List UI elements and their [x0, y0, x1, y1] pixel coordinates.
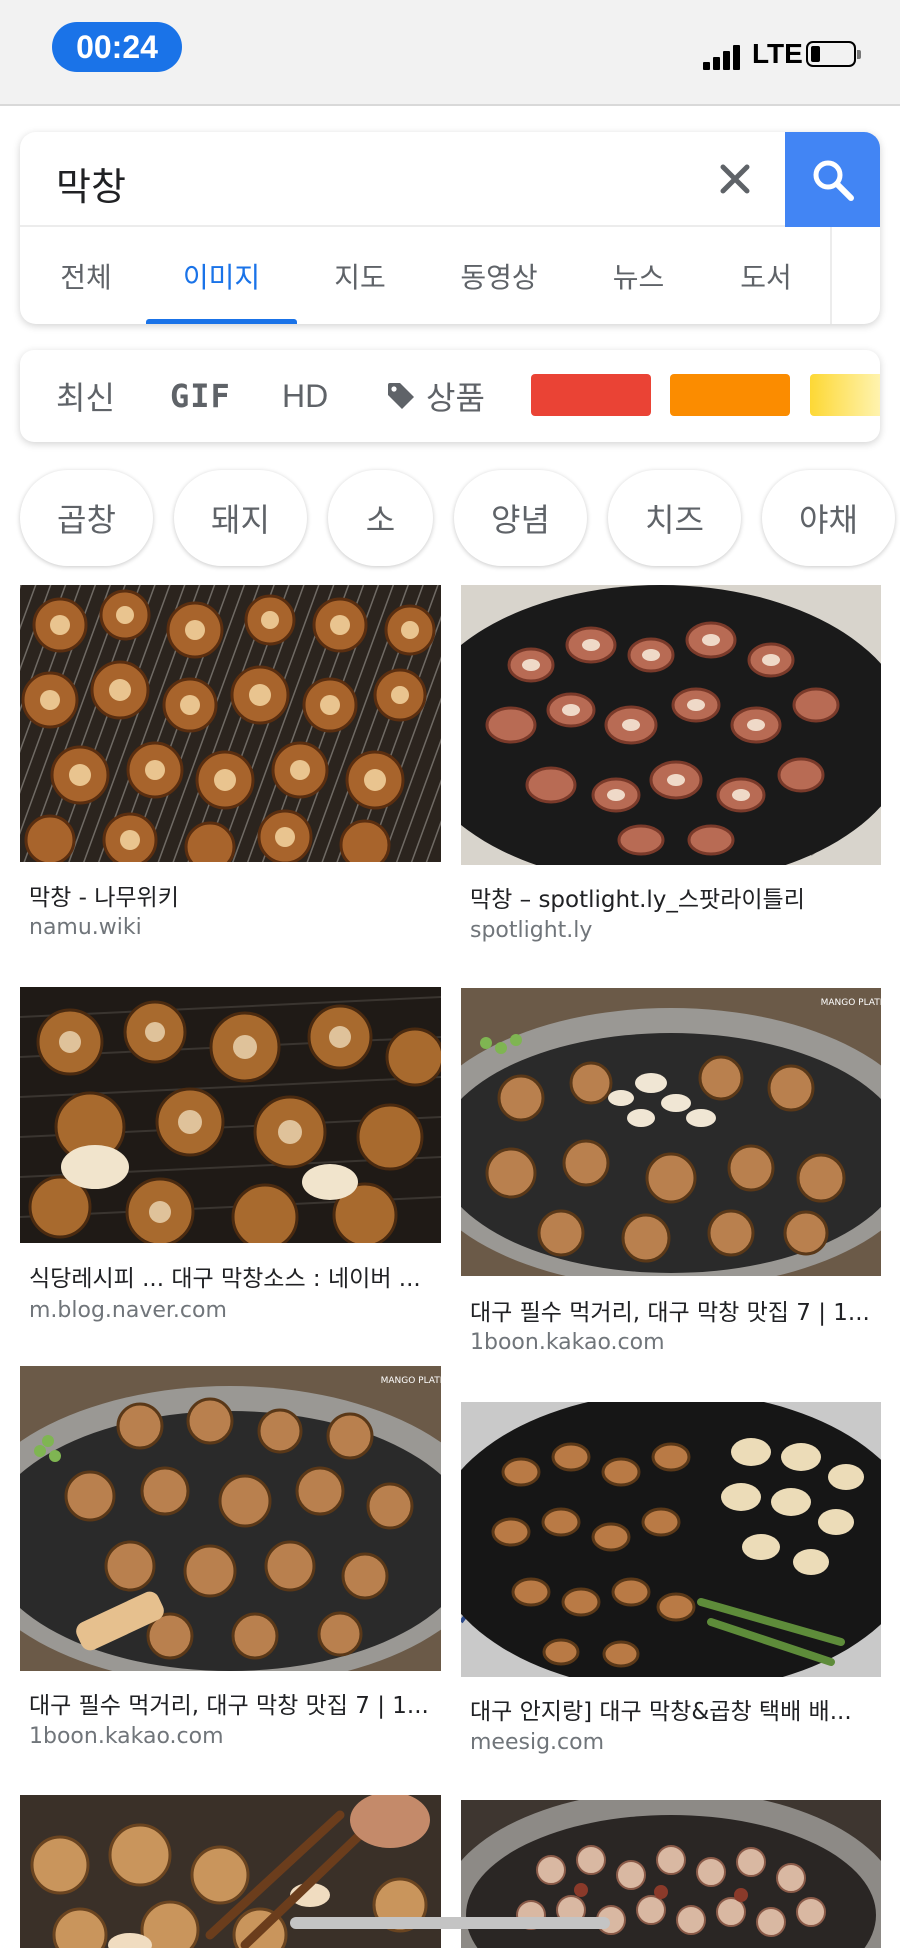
filter-product[interactable]: 상품: [386, 350, 485, 442]
image-result[interactable]: 식당레시피 ... 대구 막창소스 : 네이버 ... m.blog.naver…: [20, 987, 441, 1342]
result-thumbnail[interactable]: [20, 987, 441, 1243]
result-source: 1boon.kakao.com: [29, 1724, 224, 1749]
result-title: 막창 – spotlight.ly_스팟라이틀리: [470, 887, 805, 913]
tab-images[interactable]: 이미지: [146, 227, 297, 324]
result-title: 대구 필수 먹거리, 대구 막창 맛집 7 | 1...: [470, 1300, 870, 1326]
search-button[interactable]: [785, 132, 880, 227]
image-filter-bar: 최신 GIF HD 상품: [20, 350, 880, 442]
tab-all[interactable]: 전체: [26, 227, 146, 324]
network-type: LTE: [752, 38, 803, 69]
image-result[interactable]: MANGO PLATE 대구 필수 먹거리, 대구 막창 맛집 7 | 1...…: [461, 988, 881, 1358]
tab-news[interactable]: 뉴스: [575, 227, 702, 324]
tab-maps[interactable]: 지도: [297, 227, 423, 324]
status-time: 00:24: [52, 22, 182, 72]
tab-videos[interactable]: 동영상: [423, 227, 575, 324]
color-filter-orange[interactable]: [670, 374, 790, 416]
result-source: namu.wiki: [29, 915, 142, 940]
filter-product-label: 상품: [426, 379, 485, 417]
search-tabs: 전체 이미지 지도 동영상 뉴스 도서: [20, 227, 880, 324]
image-result[interactable]: 대구 안지랑] 대구 막창&곱창 택배 배... meesig.com: [461, 1402, 881, 1762]
active-tab-indicator: [146, 319, 297, 324]
filter-gif[interactable]: GIF: [170, 350, 231, 442]
filter-latest[interactable]: 최신: [56, 350, 115, 442]
result-source: m.blog.naver.com: [29, 1298, 227, 1323]
result-thumbnail[interactable]: [461, 1402, 881, 1677]
search-card: 막창 전체 이미지 지도 동영상 뉴스 도서: [20, 132, 880, 324]
search-icon: [813, 160, 854, 201]
result-thumbnail[interactable]: MANGO PLATE: [461, 988, 881, 1276]
color-filter-red[interactable]: [531, 374, 651, 416]
watermark-text: MANGO PLATE: [381, 1376, 441, 1386]
result-source: meesig.com: [470, 1730, 605, 1755]
chip-pork[interactable]: 돼지: [174, 470, 307, 566]
result-title: 대구 안지랑] 대구 막창&곱창 택배 배...: [470, 1699, 852, 1725]
result-thumbnail[interactable]: [461, 585, 881, 865]
search-input[interactable]: 막창: [56, 156, 126, 211]
image-result[interactable]: 막창 - 나무위키 namu.wiki: [20, 585, 441, 955]
battery-icon: [806, 41, 861, 67]
result-title: 대구 필수 먹거리, 대구 막창 맛집 7 | 1...: [29, 1693, 429, 1719]
result-thumbnail[interactable]: MANGO PLATE: [20, 1366, 441, 1671]
filter-hd[interactable]: HD: [282, 350, 328, 442]
chip-vegetables[interactable]: 야채: [762, 470, 895, 566]
image-result[interactable]: MANGO PLATE 대구 필수 먹거리, 대구 막창 맛집 7 | 1...…: [20, 1366, 441, 1749]
close-icon: [720, 164, 750, 194]
chip-cheese[interactable]: 치즈: [608, 470, 741, 566]
status-bar: 00:24 LTE: [0, 0, 900, 106]
clear-search-button[interactable]: [710, 154, 760, 204]
chip-marinated[interactable]: 양념: [454, 470, 587, 566]
chip-gopchang[interactable]: 곱창: [20, 470, 153, 566]
color-filter-yellow[interactable]: [810, 374, 880, 416]
tab-books[interactable]: 도서: [702, 227, 830, 324]
result-source: spotlight.ly: [470, 918, 593, 943]
tag-icon: [388, 383, 414, 409]
tabs-divider: [830, 227, 832, 324]
watermark-text: MANGO PLATE: [821, 998, 881, 1008]
result-source: 1boon.kakao.com: [470, 1330, 665, 1355]
result-title: 막창 - 나무위키: [29, 885, 179, 911]
result-title: 식당레시피 ... 대구 막창소스 : 네이버 ...: [29, 1266, 421, 1292]
image-result[interactable]: 막창 – spotlight.ly_스팟라이틀리 spotlight.ly: [461, 585, 881, 955]
result-thumbnail[interactable]: [20, 585, 441, 862]
search-bar: 막창: [20, 132, 880, 227]
home-indicator[interactable]: [290, 1917, 610, 1929]
chip-beef[interactable]: 소: [328, 470, 433, 566]
signal-icon: [703, 44, 745, 70]
